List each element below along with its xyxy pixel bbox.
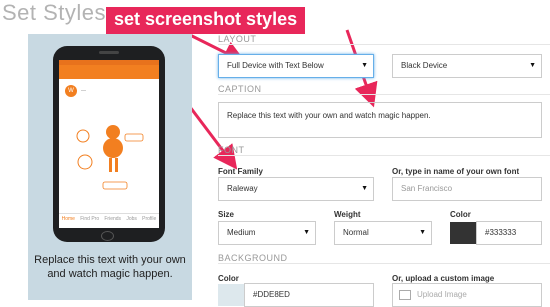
font-color-input[interactable]: #333333 bbox=[476, 221, 542, 245]
bg-color-value: #DDE8ED bbox=[253, 290, 290, 299]
font-section-label: FONT bbox=[218, 145, 245, 155]
preview-caption: Replace this text with your own and watc… bbox=[34, 254, 186, 280]
weight-value: Normal bbox=[343, 228, 369, 237]
phone-screen: W — Home Find Pro Friends Jobs Profile bbox=[59, 60, 159, 228]
device-select[interactable]: Black Device ▼ bbox=[392, 54, 542, 78]
size-select[interactable]: Medium ▼ bbox=[218, 221, 316, 245]
app-tab: Home bbox=[61, 216, 75, 222]
weight-label: Weight bbox=[334, 210, 361, 219]
layout-select-value: Full Device with Text Below bbox=[227, 61, 324, 70]
image-icon bbox=[399, 289, 411, 300]
size-label: Size bbox=[218, 210, 235, 219]
chevron-down-icon: ▼ bbox=[361, 185, 368, 192]
upload-label: Or, upload a custom image bbox=[392, 274, 495, 283]
font-family-value: Raleway bbox=[227, 184, 258, 193]
annotation-label: set screenshot styles bbox=[106, 7, 306, 34]
custom-font-input[interactable]: San Francisco bbox=[392, 177, 542, 201]
divider bbox=[218, 44, 550, 45]
page-title: Set Styles bbox=[2, 0, 107, 25]
font-color-label: Color bbox=[450, 210, 471, 219]
app-user-name: — bbox=[81, 88, 86, 94]
app-tab: Friends bbox=[104, 216, 122, 222]
bg-color-swatch[interactable] bbox=[218, 284, 244, 306]
layout-section-label: LAYOUT bbox=[218, 34, 257, 44]
font-family-select[interactable]: Raleway ▼ bbox=[218, 177, 374, 201]
font-color-swatch[interactable] bbox=[450, 222, 476, 244]
layout-select[interactable]: Full Device with Text Below ▼ bbox=[218, 54, 374, 78]
caption-section-label: CAPTION bbox=[218, 84, 262, 94]
app-tab: Find Pro bbox=[80, 216, 100, 222]
custom-font-label: Or, type in name of your own font bbox=[392, 167, 520, 176]
device-select-value: Black Device bbox=[401, 61, 448, 70]
app-tab: Profile bbox=[142, 216, 157, 222]
phone-speaker bbox=[99, 51, 119, 54]
app-bar bbox=[59, 65, 159, 79]
upload-image-button[interactable]: Upload Image bbox=[392, 283, 542, 307]
upload-button-label: Upload Image bbox=[417, 290, 467, 299]
bg-color-label: Color bbox=[218, 274, 239, 283]
size-value: Medium bbox=[227, 228, 256, 237]
app-illustration bbox=[76, 125, 144, 190]
custom-font-placeholder: San Francisco bbox=[401, 184, 453, 193]
chevron-down-icon: ▼ bbox=[361, 62, 368, 69]
caption-textarea[interactable]: Replace this text with your own and watc… bbox=[218, 102, 542, 138]
chevron-down-icon: ▼ bbox=[303, 229, 310, 236]
background-section-label: BACKGROUND bbox=[218, 253, 288, 263]
bg-color-input[interactable]: #DDE8ED bbox=[244, 283, 374, 307]
divider bbox=[218, 263, 550, 264]
font-family-label: Font Family bbox=[218, 167, 263, 176]
phone-home-button bbox=[101, 231, 114, 241]
app-tab-bar: Home Find Pro Friends Jobs Profile bbox=[59, 213, 159, 228]
weight-select[interactable]: Normal ▼ bbox=[334, 221, 432, 245]
divider bbox=[218, 94, 550, 95]
app-avatar: W bbox=[65, 85, 77, 97]
font-color-value: #333333 bbox=[485, 228, 517, 237]
app-tab: Jobs bbox=[126, 216, 137, 222]
phone-mockup: W — Home Find Pro Friends Jobs Profile bbox=[53, 46, 165, 242]
chevron-down-icon: ▼ bbox=[529, 62, 536, 69]
chevron-down-icon: ▼ bbox=[419, 229, 426, 236]
divider bbox=[218, 155, 550, 156]
